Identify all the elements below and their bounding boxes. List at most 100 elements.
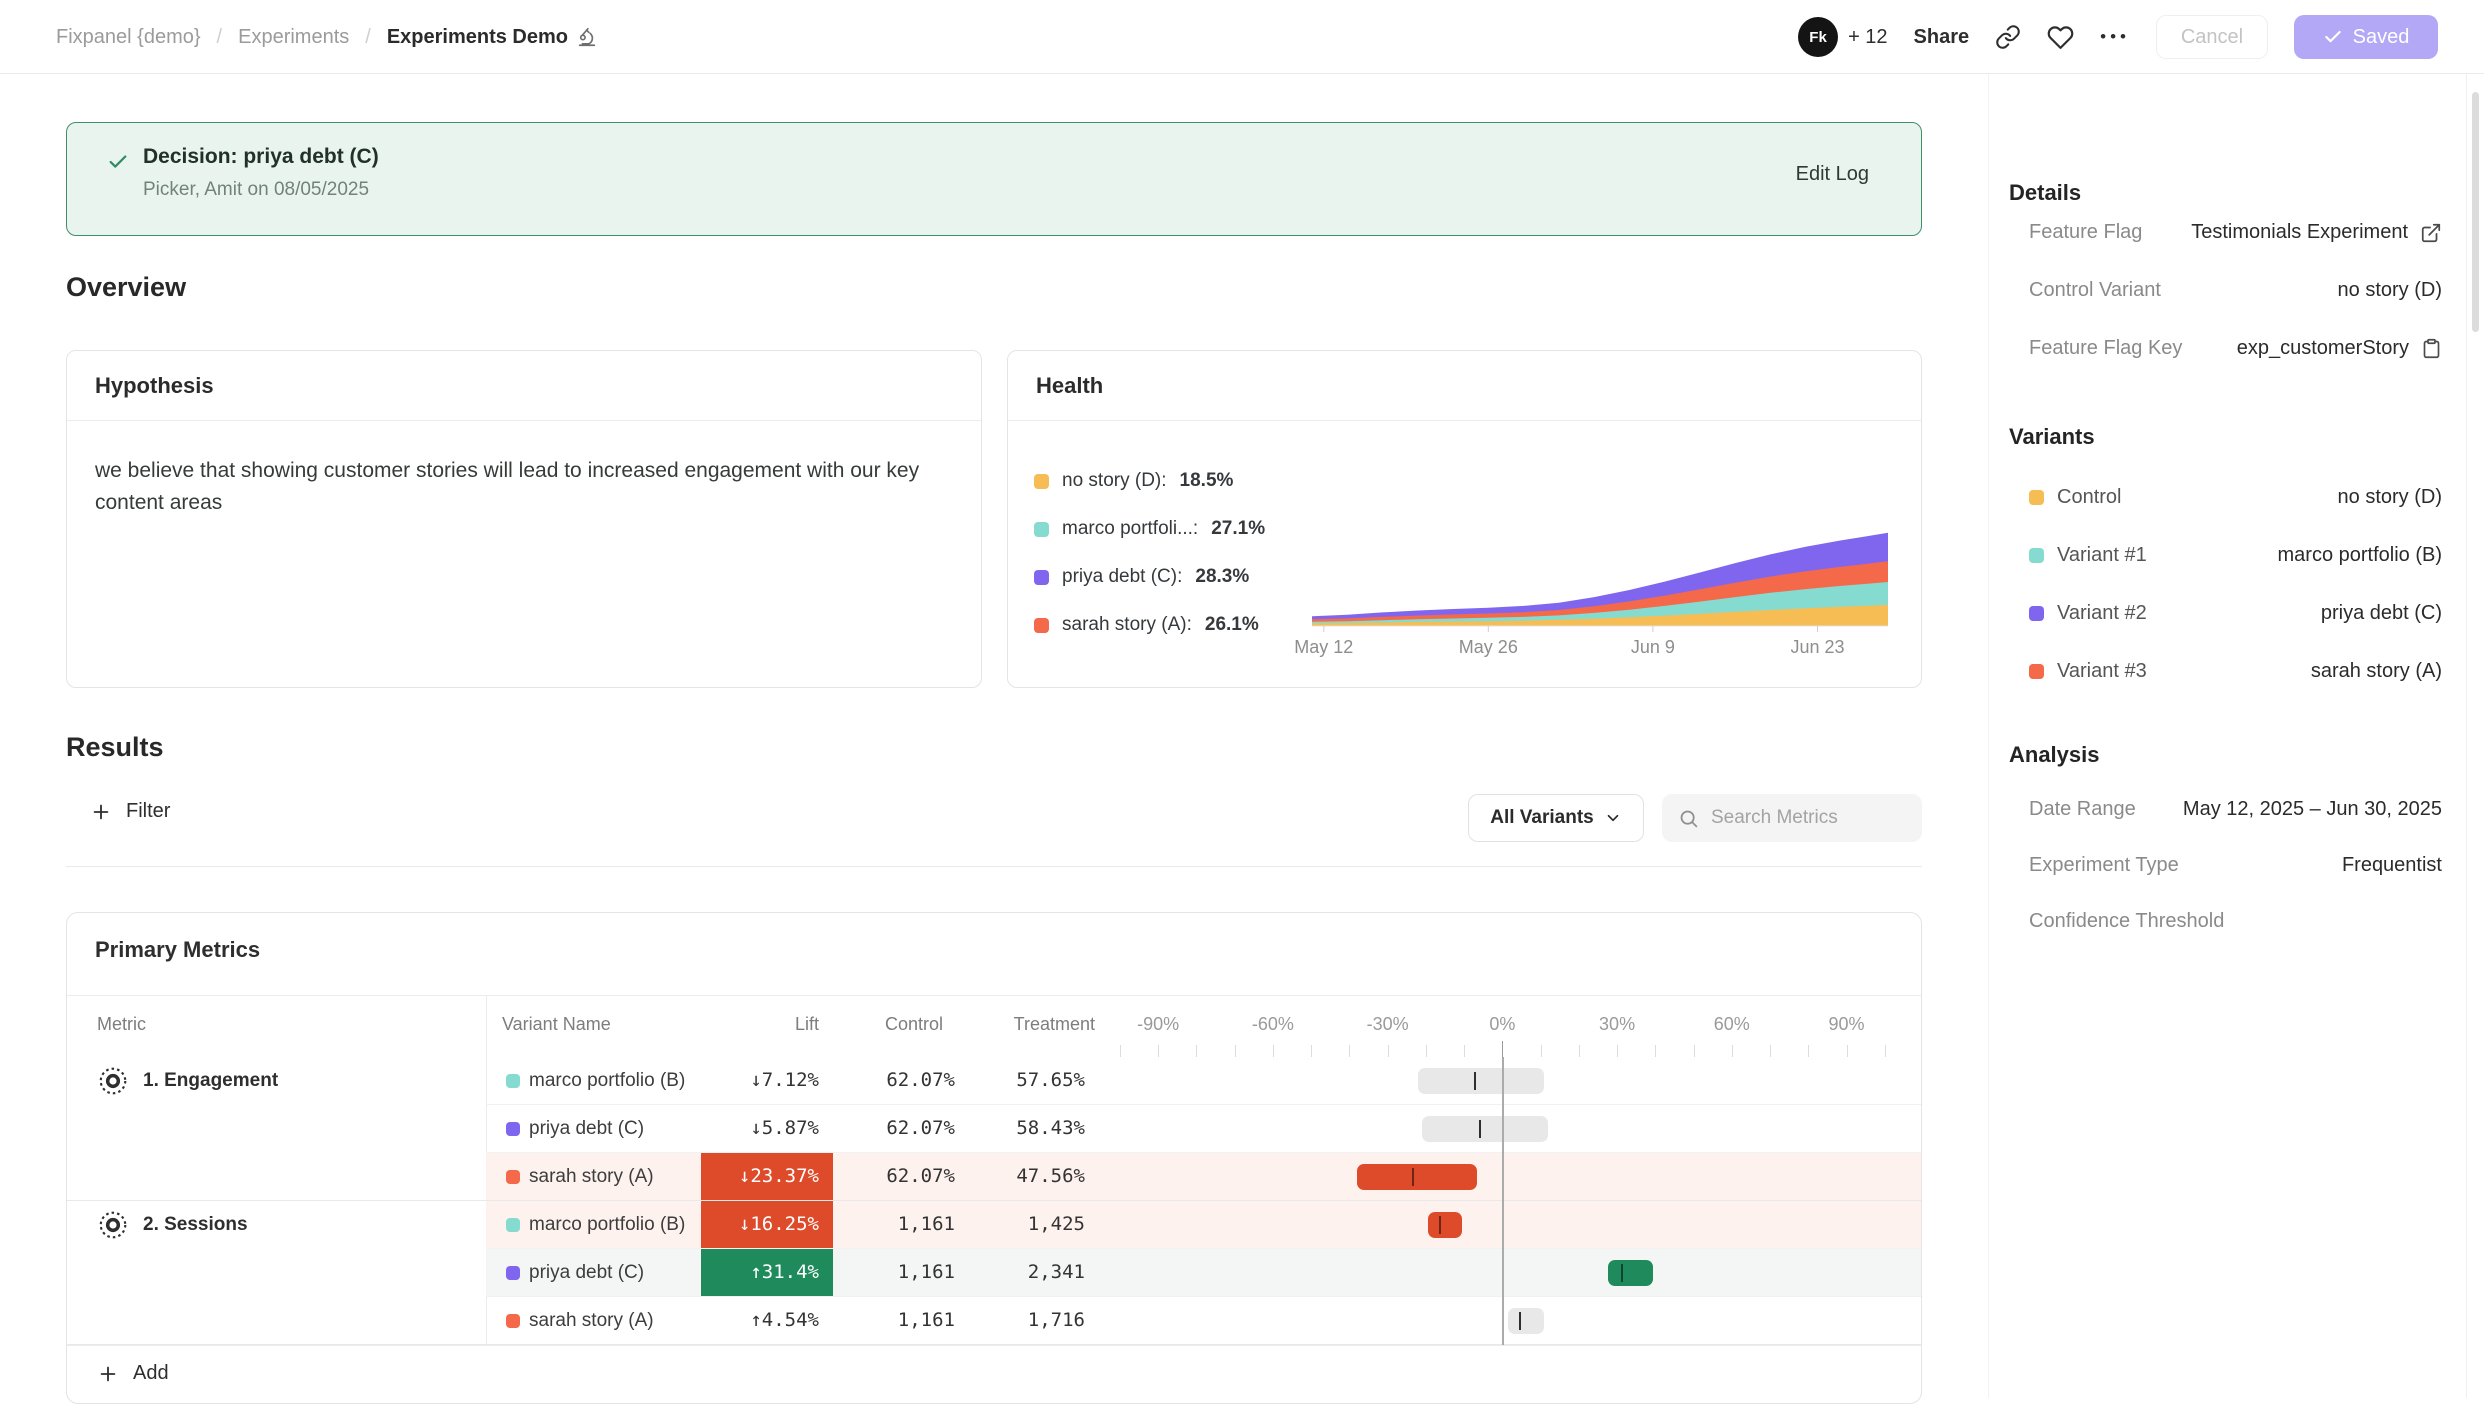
legend-label: priya debt (C): xyxy=(1062,566,1182,588)
lift-point-tick xyxy=(1412,1168,1414,1186)
variant-name: marco portfolio (B) xyxy=(529,1070,685,1092)
variant-label: Variant #2 xyxy=(2057,602,2147,625)
collaborator-count[interactable]: + 12 xyxy=(1848,26,1887,49)
check-icon xyxy=(2323,27,2343,47)
lift-axis-tick xyxy=(1273,1045,1274,1057)
legend-swatch xyxy=(1034,618,1049,633)
legend-swatch xyxy=(1034,570,1049,585)
hypothesis-body[interactable]: we believe that showing customer stories… xyxy=(95,455,955,519)
confidence-interval-cell xyxy=(1097,1249,1922,1297)
legend-label: marco portfoli...: xyxy=(1062,518,1198,540)
variant-label: Variant #3 xyxy=(2057,660,2147,683)
metric-variant-row[interactable]: priya debt (C)↓5.87%62.07%58.43% xyxy=(486,1105,1922,1153)
external-link-icon[interactable] xyxy=(2420,222,2442,244)
copy-icon[interactable] xyxy=(2421,338,2442,359)
lift-point-tick xyxy=(1439,1216,1441,1234)
metric-variant-row[interactable]: marco portfolio (B)↓16.25%1,1611,425 xyxy=(486,1201,1922,1249)
treatment-value: 58.43% xyxy=(967,1117,1085,1139)
confidence-interval-cell xyxy=(1097,1201,1922,1249)
treatment-value: 57.65% xyxy=(967,1069,1085,1091)
page-title: Experiments Demo xyxy=(387,26,568,49)
hypothesis-card-header: Hypothesis xyxy=(67,351,981,421)
health-area-chart xyxy=(1304,519,1896,635)
variant-label: Control xyxy=(2057,486,2121,509)
lift-axis-tick xyxy=(1655,1045,1656,1057)
variant-filter-label: All Variants xyxy=(1490,807,1594,829)
lift-axis-tick xyxy=(1464,1045,1465,1057)
variant-filter-dropdown[interactable]: All Variants xyxy=(1468,794,1644,842)
lift-axis-tick xyxy=(1808,1045,1809,1057)
decision-title: Decision: priya debt (C) xyxy=(143,145,379,169)
add-metric-button[interactable]: Add xyxy=(97,1362,169,1385)
confidence-interval-cell xyxy=(1097,1297,1922,1345)
variant-swatch xyxy=(506,1266,520,1280)
lift-badge: ↓23.37% xyxy=(701,1153,833,1201)
variant-name: sarah story (A) xyxy=(529,1310,654,1332)
search-metrics-box xyxy=(1662,794,1922,842)
lift-axis-tick xyxy=(1617,1045,1618,1057)
lift-axis-label: 0% xyxy=(1489,1014,1515,1035)
legend-label: sarah story (A): xyxy=(1062,614,1192,636)
health-legend-item[interactable]: no story (D):18.5% xyxy=(1034,469,1233,493)
control-value: 62.07% xyxy=(833,1117,955,1139)
lift-point-tick xyxy=(1479,1120,1481,1138)
legend-value: 26.1% xyxy=(1205,614,1259,636)
feature-flag-link[interactable]: Testimonials Experiment xyxy=(2191,221,2408,244)
share-button[interactable]: Share xyxy=(1914,26,1970,49)
health-legend-item[interactable]: priya debt (C):28.3% xyxy=(1034,565,1249,589)
detail-value: no story (D) xyxy=(2338,279,2442,302)
cancel-button[interactable]: Cancel xyxy=(2156,15,2268,59)
edit-log-button[interactable]: Edit Log xyxy=(1796,163,1869,186)
decision-banner: Decision: priya debt (C) Picker, Amit on… xyxy=(66,122,1922,236)
health-legend-item[interactable]: marco portfoli...:27.1% xyxy=(1034,517,1265,541)
variant-value: marco portfolio (B) xyxy=(2278,544,2443,567)
metric-cell[interactable]: 1. Engagement xyxy=(97,1065,278,1097)
health-legend-item[interactable]: sarah story (A): 26.1% xyxy=(1034,613,1259,637)
treatment-value: 47.56% xyxy=(967,1165,1085,1187)
col-metric: Metric xyxy=(97,1014,146,1035)
variant-swatch xyxy=(506,1314,520,1328)
control-value: 1,161 xyxy=(833,1309,955,1331)
saved-button[interactable]: Saved xyxy=(2294,15,2438,59)
metric-variant-row[interactable]: priya debt (C)↑31.4%1,1612,341 xyxy=(486,1249,1922,1297)
filter-label: Filter xyxy=(126,800,170,823)
lift-axis-label: 90% xyxy=(1829,1014,1865,1035)
health-x-tick-label: May 26 xyxy=(1459,637,1518,658)
metric-variant-row[interactable]: sarah story (A)↑4.54%1,1611,716 xyxy=(486,1297,1922,1345)
metric-variant-row[interactable]: sarah story (A)↓23.37%62.07%47.56% xyxy=(486,1153,1922,1201)
breadcrumb-project[interactable]: Fixpanel {demo} xyxy=(56,26,201,49)
add-filter-button[interactable]: Filter xyxy=(90,800,170,823)
scrollbar[interactable] xyxy=(2466,0,2484,1398)
confidence-interval-bar xyxy=(1608,1260,1654,1286)
avatar[interactable]: Fk xyxy=(1798,17,1838,57)
breadcrumb: Fixpanel {demo} / Experiments / Experime… xyxy=(56,0,598,74)
metric-cell[interactable]: 2. Sessions xyxy=(97,1209,248,1241)
scrollbar-thumb[interactable] xyxy=(2472,92,2479,332)
detail-row-feature-flag-key: Feature Flag Key exp_customerStory xyxy=(2029,321,2442,379)
breadcrumb-experiments[interactable]: Experiments xyxy=(238,26,349,49)
analysis-value: May 12, 2025 – Jun 30, 2025 xyxy=(2183,798,2442,821)
variant-swatch xyxy=(506,1122,520,1136)
lift-axis-tick xyxy=(1885,1045,1886,1057)
search-metrics-input[interactable] xyxy=(1711,807,1901,829)
topbar-actions: Fk + 12 Share ••• Cancel Saved xyxy=(1798,0,2438,74)
lift-axis-label: -30% xyxy=(1367,1014,1409,1035)
detail-label: Feature Flag xyxy=(2029,221,2142,244)
variant-swatch xyxy=(2029,490,2044,505)
plus-icon xyxy=(97,1363,119,1385)
lift-value: ↓7.12% xyxy=(701,1069,819,1091)
primary-metrics-title: Primary Metrics xyxy=(95,937,260,963)
favorite-heart-icon[interactable] xyxy=(2047,24,2074,51)
more-options-icon[interactable]: ••• xyxy=(2100,27,2130,47)
lift-axis-tick xyxy=(1541,1045,1542,1057)
metric-variant-row[interactable]: marco portfolio (B)↓7.12%62.07%57.65% xyxy=(486,1057,1922,1105)
copy-link-icon[interactable] xyxy=(1995,24,2021,50)
treatment-value: 1,716 xyxy=(967,1309,1085,1331)
row-divider xyxy=(486,1152,1922,1153)
detail-row-control-variant: Control Variant no story (D) xyxy=(2029,263,2442,321)
decision-subtitle: Picker, Amit on 08/05/2025 xyxy=(143,179,369,201)
chevron-down-icon xyxy=(1604,809,1622,827)
lift-axis-tick xyxy=(1196,1045,1197,1057)
hypothesis-title: Hypothesis xyxy=(95,373,214,399)
lift-value: ↓16.25% xyxy=(739,1213,819,1235)
